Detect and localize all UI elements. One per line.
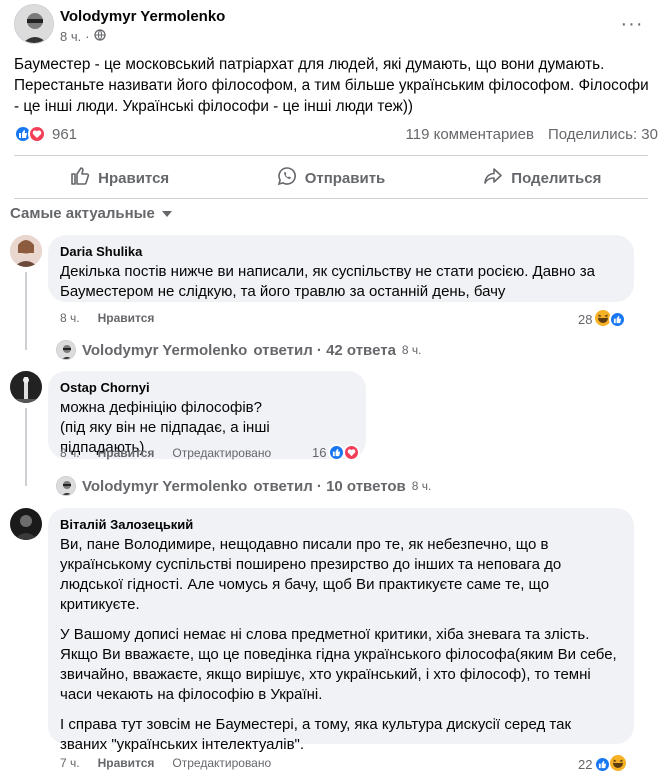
shares-count[interactable]: Поделились: 30 xyxy=(548,126,658,143)
comment-paragraph: Ви, пане Володимире, нещодавно писали пр… xyxy=(60,536,562,613)
comment-text: Декілька постів нижче ви написали, як су… xyxy=(60,263,596,300)
comment-bubble: Daria Shulika Декілька постів нижче ви н… xyxy=(48,235,634,302)
commenter-avatar[interactable] xyxy=(10,371,42,403)
commenter-name[interactable]: Daria Shulika xyxy=(60,243,622,260)
comment-paragraph: І справа тут зовсім не Бауместері, а том… xyxy=(60,716,572,753)
comment-like-button[interactable]: Нравится xyxy=(98,756,155,770)
share-button[interactable]: Поделиться xyxy=(437,160,648,196)
author-avatar[interactable] xyxy=(14,4,54,44)
caret-down-icon xyxy=(161,205,173,222)
globe-icon xyxy=(93,29,106,44)
comment-reactions[interactable]: 16 xyxy=(312,444,361,461)
whatsapp-icon xyxy=(277,166,297,190)
comment-meta: 7 ч. Нравится Отредактировано xyxy=(60,756,272,770)
more-options-button[interactable]: ··· xyxy=(616,12,648,36)
reply-author-avatar xyxy=(56,476,76,496)
post-meta: 8 ч. · xyxy=(60,29,106,44)
comment-reactions[interactable]: 22 xyxy=(578,754,627,771)
comment-like-button[interactable]: Нравится xyxy=(98,446,155,460)
thread-line xyxy=(25,272,27,350)
view-replies-link[interactable]: Volodymyr Yermolenko ответил · 42 ответа… xyxy=(56,340,422,360)
thumbs-up-icon xyxy=(70,166,90,190)
view-replies-link[interactable]: Volodymyr Yermolenko ответил · 10 ответо… xyxy=(56,476,431,496)
commenter-name[interactable]: Віталій Залозецький xyxy=(60,516,622,533)
commenter-avatar[interactable] xyxy=(10,235,42,267)
post-actions: Нравится Отправить Поделиться xyxy=(14,160,648,196)
edited-label[interactable]: Отредактировано xyxy=(172,446,271,460)
commenter-name[interactable]: Ostap Chornyi xyxy=(60,379,354,396)
post-text: Бауместер - це московський патріархат дл… xyxy=(14,56,649,115)
post-stats: 119 комментариев Поделились: 30 xyxy=(406,126,658,143)
post-time[interactable]: 8 ч. xyxy=(60,29,81,44)
divider xyxy=(14,198,648,199)
send-button[interactable]: Отправить xyxy=(225,160,436,196)
love-reaction-icon xyxy=(28,125,46,143)
comments-count[interactable]: 119 комментариев xyxy=(406,126,534,143)
comment-paragraph: У Вашому дописі немає ні слова предметно… xyxy=(60,626,617,703)
comment-bubble: Віталій Залозецький Ви, пане Володимире,… xyxy=(48,508,634,753)
like-button[interactable]: Нравится xyxy=(14,160,225,196)
reaction-summary[interactable]: 961 xyxy=(14,125,77,143)
reaction-count: 961 xyxy=(52,125,78,143)
comment-sort-dropdown[interactable]: Самые актуальные xyxy=(10,205,173,222)
like-reaction-icon xyxy=(609,311,627,328)
haha-reaction-icon xyxy=(609,754,627,771)
comment-meta: 8 ч. Нравится Отредактировано xyxy=(60,446,272,460)
edited-label[interactable]: Отредактировано xyxy=(172,756,271,770)
comment-like-button[interactable]: Нравится xyxy=(98,311,155,325)
divider xyxy=(14,155,648,156)
reply-author-avatar xyxy=(56,340,76,360)
post-author[interactable]: Volodymyr Yermolenko xyxy=(60,8,225,25)
love-reaction-icon xyxy=(343,444,361,461)
comment-meta: 8 ч. Нравится xyxy=(60,311,155,325)
share-arrow-icon xyxy=(483,166,503,190)
commenter-avatar[interactable] xyxy=(10,508,42,540)
thread-line xyxy=(25,408,27,486)
comment-text: можна дефініцію філософів? xyxy=(60,399,262,416)
comment-reactions[interactable]: 28 xyxy=(578,309,627,330)
